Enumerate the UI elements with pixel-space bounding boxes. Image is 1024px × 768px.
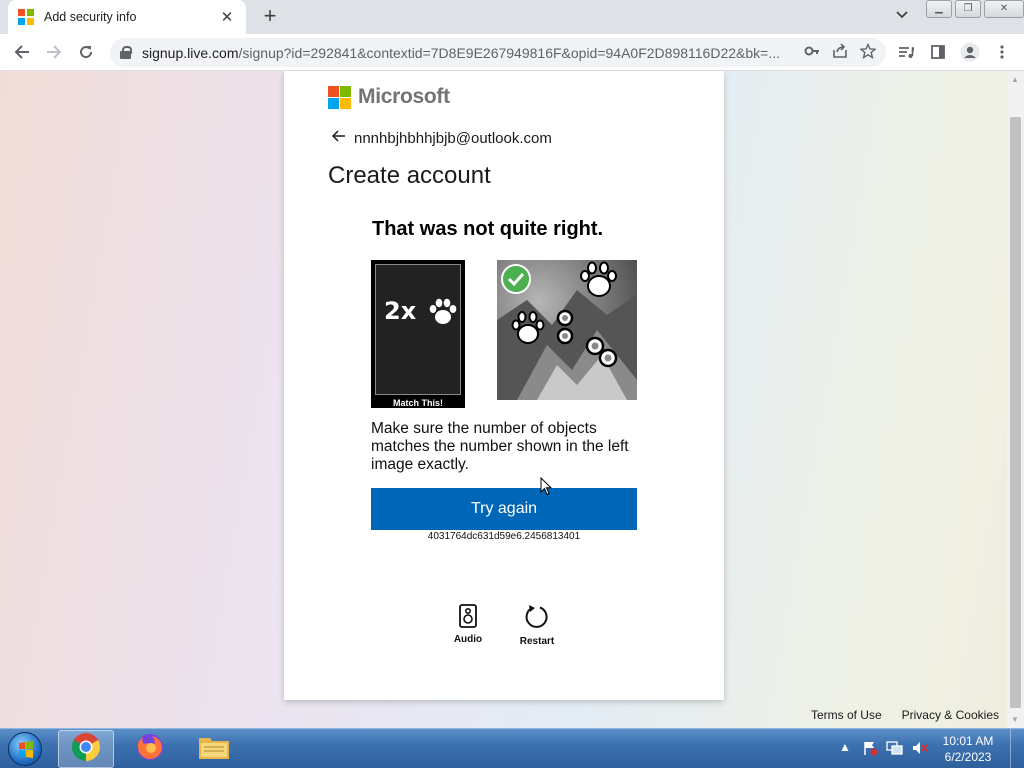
check-circle-icon bbox=[501, 264, 531, 294]
close-tab-icon[interactable]: ✕ bbox=[218, 8, 236, 26]
privacy-link[interactable]: Privacy & Cookies bbox=[902, 708, 999, 722]
captcha-instruction: Make sure the number of objects matches … bbox=[371, 420, 629, 473]
action-center-flag-icon[interactable] bbox=[859, 740, 881, 758]
media-control-icon[interactable] bbox=[890, 36, 922, 68]
window-controls: ▁ ❐ ✕ bbox=[923, 0, 1024, 20]
more-menu-icon[interactable] bbox=[986, 36, 1018, 68]
account-email: nnnhbjhbhhjbjb@outlook.com bbox=[354, 129, 552, 147]
taskbar-explorer[interactable] bbox=[186, 730, 242, 768]
audio-button[interactable]: Audio bbox=[443, 604, 493, 645]
back-arrow-icon[interactable] bbox=[6, 36, 38, 68]
share-icon[interactable] bbox=[832, 42, 848, 63]
windows-taskbar: ▲ 10:01 AM 6/2/2023 bbox=[0, 728, 1024, 768]
taskbar-firefox[interactable] bbox=[122, 730, 178, 768]
clock-date: 6/2/2023 bbox=[944, 750, 992, 764]
windows-logo-icon bbox=[8, 732, 42, 766]
tab-search-chevron-icon[interactable] bbox=[896, 8, 908, 22]
address-bar[interactable]: signup.live.com/signup?id=292841&context… bbox=[110, 38, 886, 67]
firefox-icon bbox=[135, 732, 165, 767]
captcha-heading: That was not quite right. bbox=[372, 218, 604, 240]
restart-label: Restart bbox=[519, 636, 555, 647]
system-clock[interactable]: 10:01 AM 6/2/2023 bbox=[934, 733, 1002, 765]
restore-button[interactable]: ❐ bbox=[955, 0, 981, 18]
forward-arrow-icon[interactable] bbox=[38, 36, 70, 68]
footer-links: Terms of Use Privacy & Cookies bbox=[811, 708, 999, 722]
try-again-button[interactable]: Try again bbox=[371, 488, 637, 530]
tab-strip: Add security info ✕ + ▁ ❐ ✕ bbox=[0, 0, 1024, 34]
page-title: Create account bbox=[328, 162, 491, 189]
page-viewport: Microsoft nnnhbjhbhhjbjb@outlook.com Cre… bbox=[0, 71, 1024, 728]
lock-icon[interactable] bbox=[120, 45, 132, 60]
captcha-panel: That was not quite right. 2x Match This!… bbox=[352, 201, 658, 655]
back-arrow-icon[interactable] bbox=[331, 129, 346, 147]
start-button[interactable] bbox=[2, 730, 48, 768]
new-tab-button[interactable]: + bbox=[258, 5, 282, 29]
microsoft-favicon-icon bbox=[18, 9, 34, 25]
signup-card: Microsoft nnnhbjhbhhjbjb@outlook.com Cre… bbox=[284, 71, 724, 700]
profile-avatar-icon[interactable] bbox=[954, 36, 986, 68]
session-id: 4031764dc631d59e6.2456813401 bbox=[427, 531, 581, 542]
system-tray: ▲ 10:01 AM 6/2/2023 bbox=[834, 729, 1024, 768]
target-count: 2x bbox=[384, 297, 417, 325]
network-icon[interactable] bbox=[884, 740, 906, 758]
taskbar-chrome[interactable] bbox=[58, 730, 114, 768]
paw-icon bbox=[428, 297, 458, 332]
microsoft-logo-icon bbox=[328, 85, 351, 109]
volume-muted-icon[interactable] bbox=[909, 740, 931, 758]
microsoft-logo: Microsoft bbox=[328, 85, 450, 109]
scroll-thumb[interactable] bbox=[1010, 117, 1021, 708]
captcha-answer-image[interactable] bbox=[497, 260, 637, 400]
restart-icon bbox=[524, 605, 550, 634]
key-icon[interactable] bbox=[804, 43, 820, 63]
close-window-button[interactable]: ✕ bbox=[984, 0, 1024, 18]
show-desktop-button[interactable] bbox=[1010, 729, 1024, 768]
url-text[interactable]: signup.live.com/signup?id=292841&context… bbox=[142, 45, 804, 61]
identity-row: nnnhbjhbhhjbjb@outlook.com bbox=[331, 129, 552, 147]
restart-button[interactable]: Restart bbox=[512, 604, 562, 647]
show-hidden-icons-icon[interactable]: ▲ bbox=[834, 740, 856, 758]
folder-icon bbox=[198, 733, 230, 766]
page-scrollbar[interactable]: ▲ ▼ bbox=[1007, 71, 1024, 728]
audio-label: Audio bbox=[453, 634, 483, 645]
scroll-down-icon[interactable]: ▼ bbox=[1011, 715, 1019, 724]
side-panel-icon[interactable] bbox=[922, 36, 954, 68]
match-caption: Match This! bbox=[392, 398, 443, 408]
paw-object-1 bbox=[580, 261, 617, 297]
browser-toolbar: signup.live.com/signup?id=292841&context… bbox=[0, 34, 1024, 71]
bookmark-star-icon[interactable] bbox=[859, 42, 877, 63]
clock-time: 10:01 AM bbox=[942, 734, 994, 748]
mouse-cursor-icon bbox=[540, 476, 553, 501]
tab-active[interactable]: Add security info ✕ bbox=[8, 0, 246, 34]
chrome-icon bbox=[71, 732, 101, 767]
speaker-icon bbox=[459, 604, 477, 632]
scroll-up-icon[interactable]: ▲ bbox=[1011, 75, 1019, 84]
brand-name: Microsoft bbox=[358, 85, 450, 108]
terms-link[interactable]: Terms of Use bbox=[811, 708, 882, 722]
captcha-target-image: 2x Match This! bbox=[371, 260, 465, 408]
reload-icon[interactable] bbox=[70, 36, 102, 68]
minimize-button[interactable]: ▁ bbox=[926, 0, 952, 18]
tab-title: Add security info bbox=[44, 10, 137, 24]
